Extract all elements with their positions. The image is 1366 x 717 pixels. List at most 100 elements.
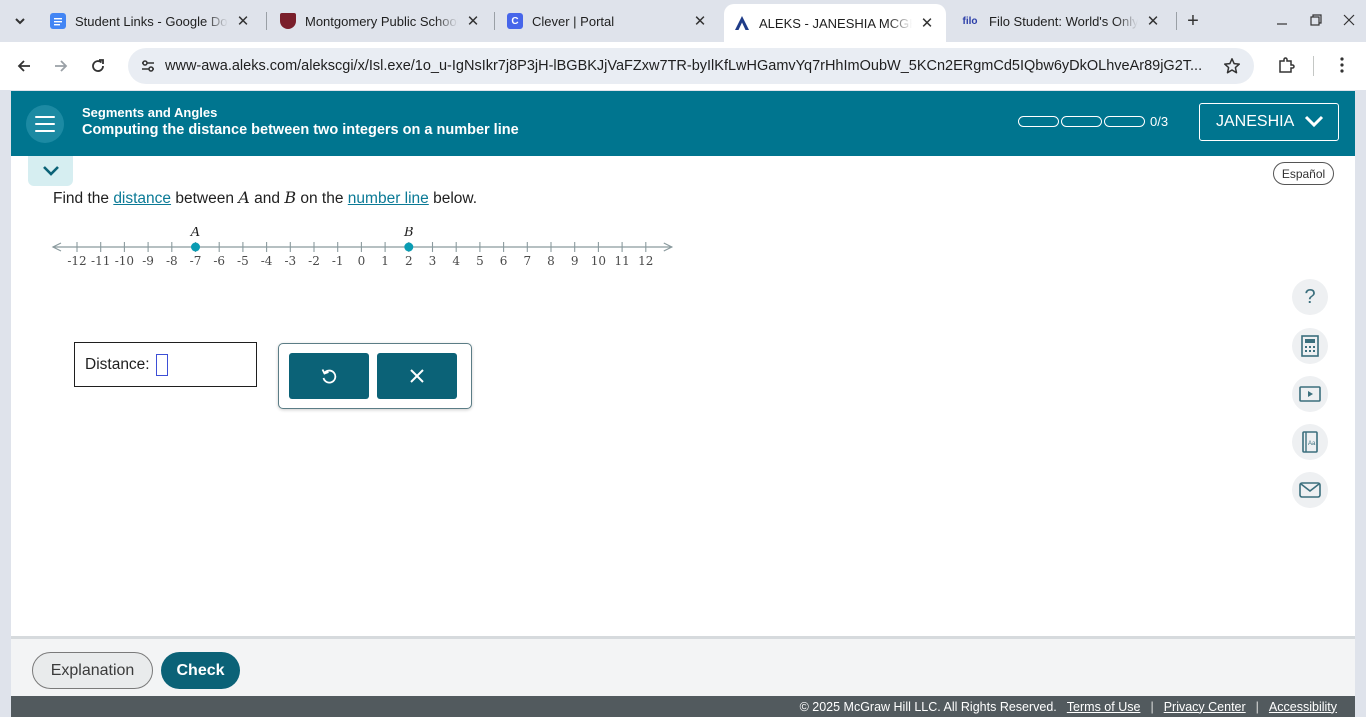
distance-input[interactable] <box>155 353 168 376</box>
question-fragment: on the <box>296 190 348 207</box>
separator: | <box>1150 699 1154 714</box>
tick-label: 4 <box>452 254 460 268</box>
tab-title: ALEKS - JANESHIA MCGHEE <box>759 15 912 31</box>
question-fragment: below. <box>428 190 478 207</box>
help-button[interactable]: ? <box>1292 279 1328 315</box>
close-window-button[interactable] <box>1332 6 1366 34</box>
terms-link[interactable]: Terms of Use <box>1067 700 1141 714</box>
explanation-button[interactable]: Explanation <box>32 652 153 689</box>
message-button[interactable] <box>1292 472 1328 508</box>
copyright-text: © 2025 McGraw Hill LLC. All Rights Reser… <box>799 699 1057 714</box>
calculator-button[interactable] <box>1292 328 1328 364</box>
user-name: JANESHIA <box>1216 113 1295 130</box>
close-tab-icon[interactable]: ✕ <box>234 12 252 30</box>
help-icon: ? <box>1304 285 1316 308</box>
tick-label: 12 <box>638 254 653 268</box>
tab-separator <box>266 12 267 30</box>
video-button[interactable] <box>1292 376 1328 412</box>
dictionary-button[interactable]: Aa <box>1292 424 1328 460</box>
toolbar-divider <box>1313 56 1314 76</box>
back-button[interactable] <box>12 54 36 78</box>
hamburger-icon-bar <box>35 123 55 125</box>
clever-icon: C <box>507 13 523 29</box>
tick-label: 3 <box>429 254 437 268</box>
number-line-point-a <box>191 242 200 252</box>
tick-label: -4 <box>261 254 273 268</box>
copyright-bar: © 2025 McGraw Hill LLC. All Rights Reser… <box>11 696 1355 717</box>
browser-tab-bar: Student Links - Google Docs ✕ Montgomery… <box>0 0 1366 42</box>
video-icon <box>1299 386 1321 402</box>
minimize-button[interactable] <box>1265 6 1299 34</box>
tab-aleks[interactable]: ALEKS - JANESHIA MCGHEE ✕ <box>724 4 946 42</box>
address-bar[interactable]: www-awa.aleks.com/alekscgi/x/Isl.exe/1o_… <box>128 48 1254 84</box>
close-icon <box>410 369 424 383</box>
tick-label: 11 <box>614 254 629 268</box>
restore-button[interactable] <box>1299 6 1333 34</box>
number-line-definition-link[interactable]: number line <box>348 190 429 207</box>
aleks-icon <box>734 15 750 31</box>
tab-title: Filo Student: World's Only Live <box>989 13 1138 29</box>
accessibility-link[interactable]: Accessibility <box>1269 700 1337 714</box>
new-tab-button[interactable]: + <box>1180 9 1206 33</box>
close-tab-icon[interactable]: ✕ <box>1144 12 1162 30</box>
plus-icon: + <box>1187 9 1199 32</box>
tab-google-docs[interactable]: Student Links - Google Docs ✕ <box>40 4 262 38</box>
bookmark-button[interactable] <box>1220 54 1244 78</box>
variable-b: B <box>284 188 297 207</box>
tick-label: 10 <box>591 254 606 268</box>
tick-label: -8 <box>166 254 178 268</box>
tab-title: Montgomery Public Schools <box>305 13 458 29</box>
restore-icon <box>1310 14 1322 26</box>
answer-keypad <box>278 343 472 409</box>
hamburger-icon-bar <box>35 130 55 132</box>
privacy-link[interactable]: Privacy Center <box>1164 700 1246 714</box>
question-fragment: between <box>171 190 239 207</box>
collapse-header-button[interactable] <box>28 156 73 186</box>
tick-label: 5 <box>476 254 484 268</box>
question-fragment: and <box>249 190 285 207</box>
chevron-down-icon <box>1304 115 1324 128</box>
close-icon <box>1343 14 1355 26</box>
language-toggle-button[interactable]: Español <box>1273 162 1334 185</box>
reload-button[interactable] <box>86 54 110 78</box>
site-info-button[interactable] <box>136 54 160 78</box>
tick-label: 2 <box>405 254 413 268</box>
undo-button[interactable] <box>289 353 369 399</box>
tab-separator <box>494 12 495 30</box>
browser-toolbar: www-awa.aleks.com/alekscgi/x/Isl.exe/1o_… <box>0 42 1366 90</box>
check-button[interactable]: Check <box>161 652 240 689</box>
close-tab-icon[interactable]: ✕ <box>464 12 482 30</box>
tab-montgomery[interactable]: Montgomery Public Schools ✕ <box>270 4 492 38</box>
point-label-a: A <box>190 227 200 240</box>
clear-button[interactable] <box>377 353 457 399</box>
tab-search-button[interactable] <box>8 9 32 33</box>
tick-label: -9 <box>142 254 154 268</box>
star-icon <box>1223 58 1241 74</box>
url-text[interactable]: www-awa.aleks.com/alekscgi/x/Isl.exe/1o_… <box>165 58 1205 74</box>
minimize-icon <box>1277 23 1287 25</box>
tab-filo[interactable]: filo Filo Student: World's Only Live ✕ <box>950 4 1172 38</box>
puzzle-icon <box>1279 57 1295 73</box>
tick-label: -1 <box>332 254 344 268</box>
progress-segment <box>1061 116 1102 127</box>
tick-label: 9 <box>571 254 579 268</box>
tab-separator <box>1176 12 1177 30</box>
tab-clever[interactable]: C Clever | Portal ✕ <box>497 4 719 38</box>
user-menu-button[interactable]: JANESHIA <box>1199 103 1339 141</box>
forward-button[interactable] <box>49 54 73 78</box>
number-line: -12 -11 -10 -9 -8 -7 -6 -5 -4 -3 -2 -1 0 1 2 3 4 5 6 7 8 9 10 1… <box>51 227 674 268</box>
aleks-header: Segments and Angles Computing the distan… <box>11 91 1355 156</box>
dictionary-icon: Aa <box>1302 431 1318 453</box>
close-tab-icon[interactable]: ✕ <box>691 12 709 30</box>
reload-icon <box>92 59 104 72</box>
extensions-button[interactable] <box>1274 53 1298 77</box>
arrow-left-icon <box>17 60 30 72</box>
menu-button[interactable] <box>26 105 64 143</box>
google-docs-icon <box>50 13 66 29</box>
tune-icon <box>142 60 154 72</box>
browser-menu-button[interactable] <box>1330 53 1354 77</box>
close-tab-icon[interactable]: ✕ <box>918 14 936 32</box>
answer-box: Distance: <box>74 342 257 387</box>
distance-definition-link[interactable]: distance <box>113 190 171 207</box>
chevron-down-icon <box>42 166 59 176</box>
